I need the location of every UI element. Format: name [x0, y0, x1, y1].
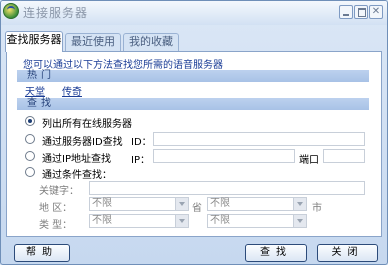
city-label: 市 — [312, 203, 322, 214]
connect-server-window: 连接服务器 ✕ 查找服务器 最近使用 我的收藏 您可以通过以下方法查找您所需的语… — [0, 0, 388, 265]
chevron-down-icon[interactable] — [293, 215, 306, 227]
chevron-down-icon[interactable] — [175, 198, 188, 210]
hot-link-chuanqi[interactable]: 传奇 — [62, 83, 82, 98]
chevron-down-icon[interactable] — [175, 215, 188, 227]
option-by-id-label: 通过服务器ID查找 — [42, 137, 123, 148]
intro-text: 您可以通过以下方法查找您所需的语音服务器 — [23, 60, 223, 71]
city-select[interactable]: 不限 — [207, 197, 307, 211]
region-label: 地 区： — [39, 203, 73, 214]
hot-heading: 热门 — [27, 70, 55, 81]
minimize-icon[interactable] — [339, 5, 353, 19]
app-icon — [3, 3, 19, 19]
province-label: 省 — [192, 203, 202, 214]
server-id-input[interactable] — [153, 132, 365, 146]
port-label: 端口 — [299, 155, 319, 166]
help-button[interactable]: 帮助 — [14, 244, 70, 262]
radio-by-id[interactable] — [25, 134, 35, 144]
type-label: 类 型： — [39, 220, 73, 231]
port-input[interactable] — [323, 149, 365, 163]
maximize-icon[interactable] — [354, 5, 368, 19]
ip-label: IP： — [131, 155, 150, 166]
type-select-value: 不限 — [92, 215, 112, 226]
id-label: ID： — [131, 137, 152, 148]
subtype-select-value: 不限 — [210, 215, 230, 226]
province-select[interactable]: 不限 — [89, 197, 189, 211]
title-bar: 连接服务器 ✕ — [1, 1, 387, 25]
tab-find-server[interactable]: 查找服务器 — [5, 31, 63, 52]
province-select-value: 不限 — [92, 198, 112, 209]
search-button[interactable]: 查找 — [245, 244, 307, 262]
close-button[interactable]: 关闭 — [317, 244, 378, 262]
hot-link-tiantang[interactable]: 天堂 — [25, 83, 45, 98]
type-select[interactable]: 不限 — [89, 214, 189, 228]
option-by-condition-label: 通过条件查找： — [42, 170, 112, 181]
window-title: 连接服务器 — [23, 6, 89, 20]
close-icon[interactable]: ✕ — [369, 5, 383, 19]
hot-section-header: 热门 — [17, 70, 369, 82]
option-list-all-label: 列出所有在线服务器 — [42, 119, 132, 130]
tab-favorites[interactable]: 我的收藏 — [123, 33, 179, 51]
city-select-value: 不限 — [210, 198, 230, 209]
option-by-ip-label: 通过IP地址查找 — [42, 154, 111, 165]
keyword-input[interactable] — [89, 181, 365, 195]
chevron-down-icon[interactable] — [293, 198, 306, 210]
keyword-label: 关键字： — [39, 186, 79, 197]
radio-list-all[interactable] — [25, 116, 35, 126]
search-heading: 查找 — [27, 98, 55, 109]
search-section-header: 查找 — [17, 98, 369, 110]
radio-by-ip[interactable] — [25, 151, 35, 161]
subtype-select[interactable]: 不限 — [207, 214, 307, 228]
tab-recent[interactable]: 最近使用 — [65, 33, 121, 51]
ip-address-input[interactable] — [153, 149, 295, 163]
radio-by-condition[interactable] — [25, 167, 35, 177]
